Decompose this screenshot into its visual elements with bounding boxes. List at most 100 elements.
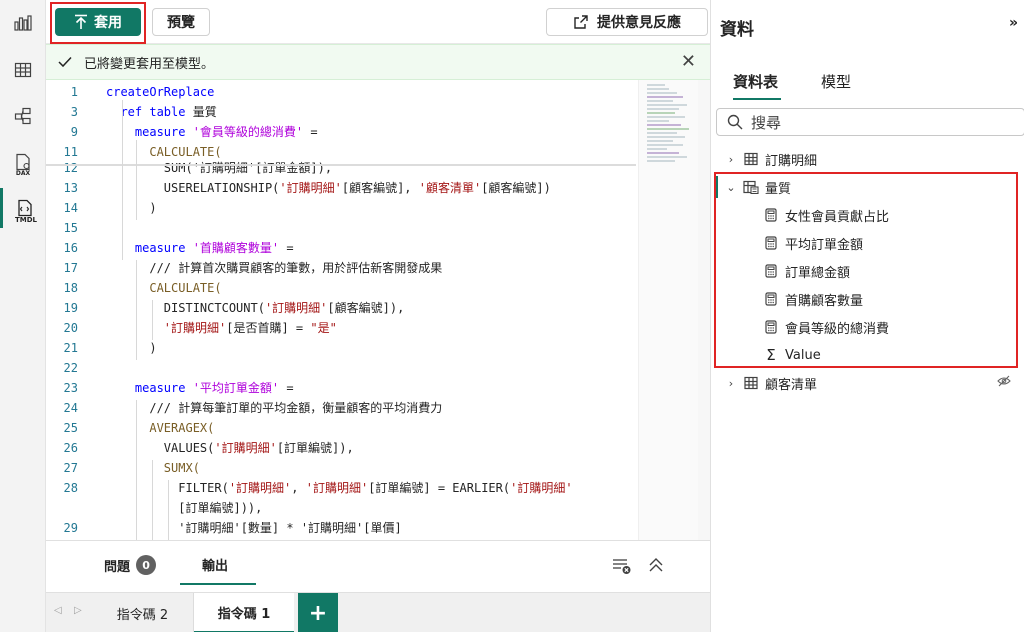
active-tab-indicator xyxy=(180,583,256,585)
tmdl-code-editor[interactable]: 1 createOrReplace 3 ref table 量質 9 measure … xyxy=(46,80,710,540)
line-number: 26 xyxy=(63,441,78,455)
expand-pane-icon[interactable]: » xyxy=(1009,15,1018,31)
code-token: '首購顧客數量' xyxy=(192,241,280,255)
code-text: [訂單編號])), xyxy=(106,498,262,518)
tab-scroll-right-icon[interactable]: ▷ xyxy=(74,605,82,616)
line-number: 15 xyxy=(63,221,78,235)
line-number: 25 xyxy=(63,421,78,435)
measure-table-highlight-box xyxy=(714,172,1018,368)
code-token: createOrReplace xyxy=(106,85,215,99)
code-text: measure '會員等級的總消費' = xyxy=(106,122,318,142)
tab-problems[interactable]: 問題 0 xyxy=(104,555,157,575)
code-token: '訂購明細' xyxy=(279,181,342,195)
line-number: 22 xyxy=(63,361,78,375)
code-line: 19 DISTINCTCOUNT('訂購明細'[顧客編號]), xyxy=(46,298,686,318)
chevron-right-icon: › xyxy=(728,152,734,166)
line-number: 13 xyxy=(63,181,78,195)
tab-script-1[interactable]: 指令碼 1 xyxy=(194,593,294,632)
code-line: 18 CALCULATE( xyxy=(46,278,686,298)
data-pane-title: 資料 xyxy=(720,20,754,40)
code-token: '平均訂單金額' xyxy=(192,381,280,395)
dax-query-view-icon[interactable]: DAX xyxy=(0,142,46,182)
code-text: FILTER('訂購明細', '訂購明細'[訂單編號] = EARLIER('訂… xyxy=(106,478,573,498)
code-text: /// 計算首次購買顧客的筆數，用於評估新客開發成果 xyxy=(106,258,442,278)
code-token: USERELATIONSHIP( xyxy=(106,181,280,195)
code-line: 25 AVERAGEX( xyxy=(46,418,686,438)
line-number: 19 xyxy=(63,301,78,315)
feedback-button[interactable]: 提供意見反應 xyxy=(546,8,708,36)
code-token: DISTINCTCOUNT( xyxy=(106,301,265,315)
dax-icon-label: DAX xyxy=(15,170,31,177)
tab-script-1-label: 指令碼 1 xyxy=(217,606,271,622)
code-text: createOrReplace xyxy=(106,82,214,102)
preview-label: 預覽 xyxy=(167,15,195,31)
hidden-eye-icon[interactable] xyxy=(997,375,1011,391)
code-line: 24 /// 計算每筆訂單的平均金額，衡量顧客的平均消費力 xyxy=(46,398,686,418)
code-token: '會員等級的總消費' xyxy=(192,125,304,139)
tab-scroll-left-icon[interactable]: ◁ xyxy=(54,605,62,616)
indent-guide xyxy=(136,400,137,540)
line-number: 1 xyxy=(70,85,78,99)
feedback-label: 提供意見反應 xyxy=(597,15,681,31)
code-text: VALUES('訂購明細'[訂單編號]), xyxy=(106,438,354,458)
code-line: 20 '訂購明細'[是否首購] = "是" xyxy=(46,318,686,338)
code-line: 21 ) xyxy=(46,338,686,358)
pane-tab-indicator xyxy=(733,98,781,100)
code-line: 16 measure '首購顧客數量' = xyxy=(46,238,686,258)
problems-label: 問題 xyxy=(104,559,131,575)
code-token: ) xyxy=(106,201,157,215)
code-minimap[interactable] xyxy=(638,80,698,540)
tree-item-orders-table[interactable]: › 訂購明細 xyxy=(711,145,1024,173)
close-icon[interactable]: ✕ xyxy=(681,53,696,71)
code-line: 23 measure '平均訂單金額' = xyxy=(46,378,686,398)
left-rail: DAX TMDL xyxy=(0,0,46,632)
add-script-button[interactable]: + xyxy=(298,593,338,632)
code-line: 1 createOrReplace xyxy=(46,82,686,102)
line-number: 24 xyxy=(63,401,78,415)
tree-item-label: 顧客清單 xyxy=(765,377,818,393)
code-text: SUM('訂購明細'[訂單金額]), xyxy=(106,158,332,178)
preview-button[interactable]: 預覽 xyxy=(152,8,210,36)
code-token: '訂購明細' xyxy=(510,481,573,495)
code-token: ) xyxy=(106,341,157,355)
tmdl-view-icon[interactable]: TMDL xyxy=(0,188,46,228)
tree-item-customers-table[interactable]: › 顧客清單 xyxy=(711,369,1024,397)
indent-guide xyxy=(136,140,137,220)
data-search-input[interactable]: 搜尋 xyxy=(716,108,1024,136)
code-token: '顧客清單' xyxy=(418,181,482,195)
code-token: 量質 xyxy=(192,105,217,119)
search-icon xyxy=(727,114,743,130)
line-number: 27 xyxy=(63,461,78,475)
clear-output-icon[interactable] xyxy=(612,557,632,579)
code-line: 15 xyxy=(46,218,686,238)
code-line: 27 SUMX( xyxy=(46,458,686,478)
code-line: 26 VALUES('訂購明細'[訂單編號]), xyxy=(46,438,686,458)
search-placeholder: 搜尋 xyxy=(751,113,782,132)
collapse-panel-icon[interactable] xyxy=(648,557,664,577)
code-text: DISTINCTCOUNT('訂購明細'[顧客編號]), xyxy=(106,298,405,318)
tab-tables[interactable]: 資料表 xyxy=(733,71,778,92)
table-view-icon[interactable] xyxy=(0,50,46,90)
tab-script-2[interactable]: 指令碼 2 xyxy=(92,593,194,632)
indent-guide xyxy=(122,100,123,260)
code-text: '訂購明細'[是否首購] = "是" xyxy=(106,318,337,338)
report-view-icon[interactable] xyxy=(0,2,46,42)
code-line: 12 SUM('訂購明細'[訂單金額]), xyxy=(46,158,686,178)
code-token: measure xyxy=(106,381,193,395)
line-number: 21 xyxy=(63,341,78,355)
code-text: '訂購明細'[數量] * '訂購明細'[單價] xyxy=(106,518,401,538)
model-view-icon[interactable] xyxy=(0,96,46,136)
indent-guide xyxy=(136,260,137,360)
editor-scrollbar[interactable] xyxy=(698,80,710,540)
tab-model[interactable]: 模型 xyxy=(821,71,851,92)
code-text: measure '平均訂單金額' = xyxy=(106,378,294,398)
tmdl-icon-label: TMDL xyxy=(14,216,37,224)
tab-output[interactable]: 輸出 xyxy=(202,555,228,574)
line-number: 17 xyxy=(63,261,78,275)
code-token: [訂單編號])), xyxy=(106,501,263,515)
line-number: 9 xyxy=(70,125,78,139)
code-line: 9 measure '會員等級的總消費' = xyxy=(46,122,686,142)
script-tab-bar: ◁ ▷ 指令碼 2 指令碼 1 + xyxy=(46,592,710,632)
indent-guide xyxy=(168,480,169,540)
